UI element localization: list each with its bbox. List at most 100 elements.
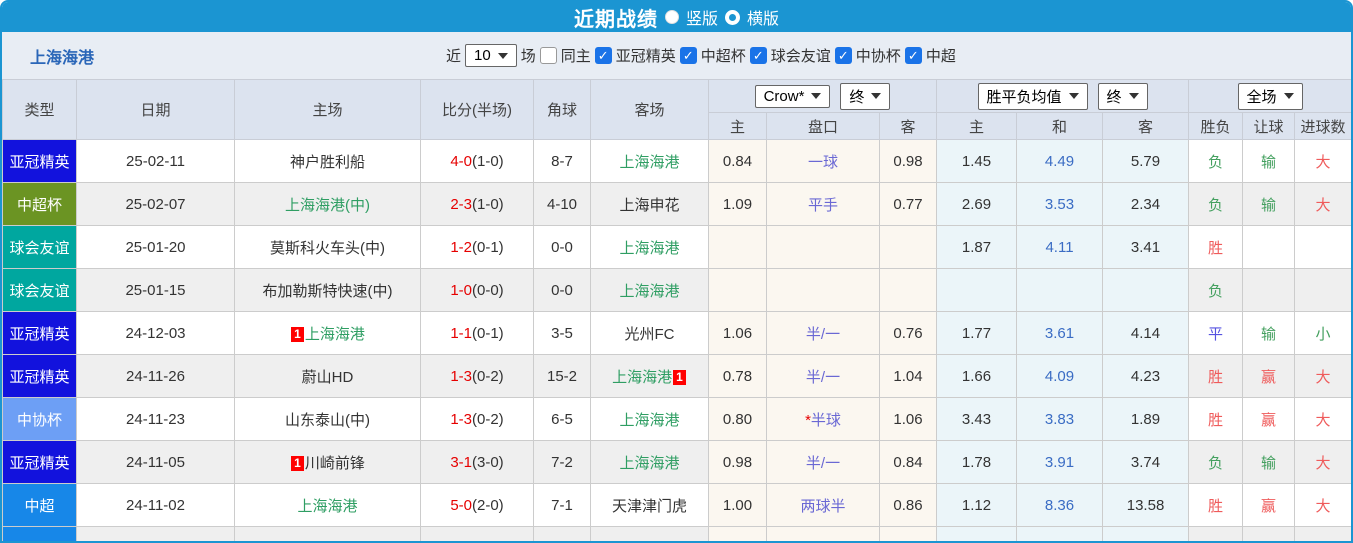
avg-away-cell: 1.08 [1102, 526, 1190, 541]
league-checkbox-friendly[interactable] [749, 47, 767, 64]
league-checkbox-supercup[interactable] [679, 47, 697, 64]
handicap-result-cell: 输 [1242, 182, 1296, 226]
halftime-score: (0-1) [472, 324, 504, 342]
league-label-csl: 中超 [925, 48, 956, 65]
horizontal-layout-label[interactable]: 横版 [747, 5, 779, 29]
bookmaker-select[interactable]: Crow* [754, 84, 831, 108]
handicap-cell [766, 268, 880, 312]
odds-home-cell [708, 268, 767, 312]
score-cell: 1-0(0-0) [420, 268, 534, 312]
red-card-badge: 1 [291, 455, 304, 471]
home-team-name[interactable]: 山东泰山(中) [285, 412, 370, 429]
home-team-name[interactable]: 上海海港(中) [285, 197, 370, 214]
away-team-name[interactable]: 上海海港 [612, 369, 672, 386]
odds-home-cell: 0.98 [708, 440, 767, 484]
same-home-checkbox[interactable] [539, 47, 557, 64]
league-checkbox-acl[interactable] [594, 47, 612, 64]
filter-bar: 上海海港 近 10 场 同主 亚冠精英 中超杯 球会友谊 中协杯 中超 [2, 32, 1351, 79]
league-checkbox-csl[interactable] [904, 47, 922, 64]
col-home: 主场 [234, 79, 421, 140]
home-team-name[interactable]: 神户胜利船 [290, 154, 365, 171]
avg-draw-cell: 3.53 [1016, 182, 1104, 226]
header-select-row: 类型 日期 主场 比分(半场) 角球 客场 Crow* 终 胜平负均值 终 全场 [2, 79, 1351, 140]
match-row: 亚冠精英 24-11-05 1 川崎前锋 3-1(3-0) 7-2 上海海港 0.… [2, 440, 1351, 484]
match-type-cell: 亚冠精英 [2, 440, 77, 484]
away-team-name[interactable]: 上海海港 [619, 240, 679, 257]
goals-result-cell: 大 [1294, 182, 1351, 226]
goals-result-cell [1294, 225, 1351, 269]
away-team-cell: 上海海港 [590, 268, 709, 312]
subcol-avg-draw: 和 [1016, 112, 1104, 140]
away-team-name[interactable]: 天津津门虎 [612, 498, 687, 515]
corner-cell: 3-12 [533, 526, 591, 541]
subcol-odds-away: 客 [878, 112, 938, 140]
away-team-name[interactable]: 上海海港 [619, 154, 679, 171]
match-date-cell: 25-01-20 [76, 225, 235, 269]
goals-result-cell: 大 [1294, 483, 1351, 527]
goals-result-cell: 大 [1294, 354, 1351, 398]
subcol-goals: 进球数 [1294, 112, 1351, 140]
handicap-cell: 两球半 [766, 483, 880, 527]
avg-home-cell [936, 268, 1018, 312]
avg-state-select[interactable]: 终 [1097, 82, 1148, 110]
avg-home-cell: 3.43 [936, 397, 1018, 441]
home-team-name[interactable]: 布加勒斯特快速(中) [263, 283, 393, 300]
home-team-cell: 上海海港 [234, 483, 421, 527]
odds-home-cell: 0.84 [708, 139, 767, 183]
home-team-name[interactable]: 上海海港 [297, 498, 357, 515]
fulltime-score: 2-3 [450, 195, 472, 213]
horizontal-layout-radio-icon[interactable] [725, 9, 740, 25]
away-team-name[interactable]: 上海海港 [619, 412, 679, 429]
avg-home-cell: 1.12 [936, 483, 1018, 527]
score-cell: 2-3(1-0) [420, 182, 534, 226]
match-date-cell: 24-11-05 [76, 440, 235, 484]
recent-results-panel: 近期战绩 竖版 横版 上海海港 近 10 场 同主 亚冠精英 中超杯 球会友谊 … [0, 0, 1353, 543]
recent-count-select[interactable]: 10 [465, 44, 517, 67]
result-cell: 胜 [1188, 225, 1244, 269]
corner-cell: 0-0 [533, 225, 591, 269]
home-team-name[interactable]: 莫斯科火车头(中) [270, 240, 385, 257]
avg-home-cell: 17.69 [936, 526, 1018, 541]
match-row: 中超 24-10-27 沧州雄狮 0-1(0-1) 3-12 上海海港 1.06… [2, 526, 1351, 541]
handicap-cell: 半/一 [766, 311, 880, 355]
away-team-name[interactable]: 上海海港 [619, 283, 679, 300]
home-team-name[interactable]: 蔚山HD [302, 369, 354, 386]
home-team-name[interactable]: 川崎前锋 [305, 455, 365, 472]
away-team-cell: 天津津门虎 [590, 483, 709, 527]
home-team-cell: 沧州雄狮 [234, 526, 421, 541]
avg-draw-cell: 4.49 [1016, 139, 1104, 183]
score-cell: 4-0(1-0) [420, 139, 534, 183]
handicap-value: 两球半 [800, 497, 846, 515]
bookmaker-state-select[interactable]: 终 [840, 82, 891, 110]
odds-away-cell: 0.86 [878, 483, 938, 527]
avg-type-select[interactable]: 胜平负均值 [977, 82, 1088, 110]
match-row: 球会友谊 25-01-20 莫斯科火车头(中) 1-2(0-1) 0-0 上海海… [2, 225, 1351, 269]
avg-away-cell: 13.58 [1102, 483, 1190, 527]
away-team-name[interactable]: 光州FC [625, 326, 675, 343]
halftime-score: (0-2) [472, 410, 504, 428]
league-label-supercup: 中超杯 [700, 48, 746, 65]
chevron-down-icon [1068, 93, 1079, 99]
match-type-cell: 球会友谊 [2, 225, 77, 269]
col-date: 日期 [76, 79, 235, 140]
team-name: 上海海港 [30, 49, 95, 67]
scope-select-group: 全场 [1188, 79, 1351, 113]
scope-select[interactable]: 全场 [1237, 82, 1303, 110]
away-team-name[interactable]: 上海海港 [619, 455, 679, 472]
fulltime-score: 4-0 [450, 152, 472, 170]
handicap-result-cell: 输 [1242, 526, 1296, 541]
match-date-cell: 25-01-15 [76, 268, 235, 312]
avg-home-cell: 2.69 [936, 182, 1018, 226]
matches-label: 场 [520, 48, 536, 65]
away-team-name[interactable]: 上海申花 [619, 197, 679, 214]
league-checkbox-facup[interactable] [834, 47, 852, 64]
match-date-cell: 25-02-07 [76, 182, 235, 226]
home-team-name[interactable]: 上海海港 [305, 326, 365, 343]
vertical-layout-label[interactable]: 竖版 [686, 5, 718, 29]
odds-away-cell: 0.98 [878, 139, 938, 183]
corner-cell: 4-10 [533, 182, 591, 226]
vertical-layout-radio-icon[interactable] [664, 10, 679, 24]
home-team-cell: 蔚山HD [234, 354, 421, 398]
corner-cell: 7-2 [533, 440, 591, 484]
goals-result-cell: 大 [1294, 440, 1351, 484]
